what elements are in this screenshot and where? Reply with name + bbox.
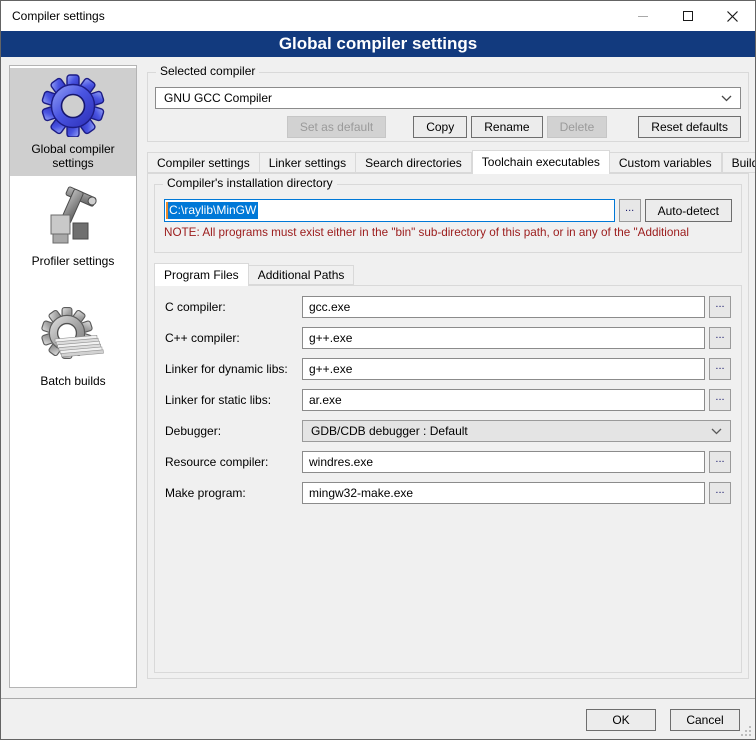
chevron-down-icon: [721, 95, 732, 102]
rename-button[interactable]: Rename: [471, 116, 542, 138]
browse-directory-button[interactable]: ...: [619, 199, 641, 222]
close-icon: [727, 11, 738, 22]
field-label: C++ compiler:: [165, 331, 302, 345]
sidebar-item-profiler-settings[interactable]: Profiler settings: [10, 180, 136, 274]
compiler-button-row: Set as default Copy Rename Delete Reset …: [155, 116, 741, 138]
form-row-resource-compiler: Resource compiler: ...: [165, 451, 731, 473]
field-label: Debugger:: [165, 424, 302, 438]
sidebar-item-global-compiler-settings[interactable]: Global compiler settings: [10, 68, 136, 176]
form-row-cpp-compiler: C++ compiler: ...: [165, 327, 731, 349]
cpp-compiler-input[interactable]: [302, 327, 705, 349]
browse-make-program-button[interactable]: ...: [709, 482, 731, 504]
bin-subdirectory-note: NOTE: All programs must exist either in …: [164, 226, 739, 239]
form-row-debugger: Debugger: GDB/CDB debugger : Default: [165, 420, 731, 442]
tab-linker-settings[interactable]: Linker settings: [260, 152, 356, 173]
field-label: Linker for dynamic libs:: [165, 362, 302, 376]
field-label: Resource compiler:: [165, 455, 302, 469]
sidebar-item-batch-builds[interactable]: Batch builds: [10, 300, 136, 394]
tab-search-directories[interactable]: Search directories: [356, 152, 472, 173]
compiler-settings-dialog: Compiler settings Global compiler settin…: [0, 0, 756, 740]
ok-button[interactable]: OK: [586, 709, 656, 731]
resize-grip-icon[interactable]: [749, 734, 751, 736]
chevron-down-icon: [711, 428, 722, 435]
maximize-button[interactable]: [665, 1, 710, 31]
program-files-page: C compiler: ... C++ compiler: ... Linker…: [154, 285, 742, 673]
browse-static-linker-button[interactable]: ...: [709, 389, 731, 411]
installation-directory-input[interactable]: C:\raylib\MinGW: [164, 199, 615, 222]
debugger-dropdown[interactable]: GDB/CDB debugger : Default: [302, 420, 731, 442]
browse-cpp-compiler-button[interactable]: ...: [709, 327, 731, 349]
window-title: Compiler settings: [1, 9, 620, 23]
footer-divider: [1, 698, 755, 699]
c-compiler-input[interactable]: [302, 296, 705, 318]
selected-compiler-dropdown[interactable]: GNU GCC Compiler: [155, 87, 741, 109]
selected-compiler-group-label: Selected compiler: [156, 64, 259, 78]
form-row-static-linker: Linker for static libs: ...: [165, 389, 731, 411]
debugger-value: GDB/CDB debugger : Default: [311, 424, 711, 438]
close-button[interactable]: [710, 1, 755, 31]
form-row-c-compiler: C compiler: ...: [165, 296, 731, 318]
subtab-program-files[interactable]: Program Files: [154, 263, 249, 286]
sidebar-item-label: Global compiler settings: [12, 142, 134, 170]
field-label: C compiler:: [165, 300, 302, 314]
minimize-button[interactable]: [620, 1, 665, 31]
toolchain-executables-page: Compiler's installation directory C:\ray…: [147, 173, 749, 679]
field-label: Linker for static libs:: [165, 393, 302, 407]
tab-clip-region: Build options: [722, 149, 756, 173]
tab-custom-variables[interactable]: Custom variables: [610, 152, 722, 173]
minimize-icon: [638, 16, 648, 17]
form-row-dynamic-linker: Linker for dynamic libs: ...: [165, 358, 731, 380]
tab-build-options[interactable]: Build options: [722, 152, 756, 173]
reset-defaults-button[interactable]: Reset defaults: [638, 116, 741, 138]
maximize-icon: [683, 11, 693, 21]
static-linker-input[interactable]: [302, 389, 705, 411]
browse-c-compiler-button[interactable]: ...: [709, 296, 731, 318]
sidebar-item-label: Batch builds: [12, 374, 134, 388]
form-row-make-program: Make program: ...: [165, 482, 731, 504]
selected-compiler-group: Selected compiler GNU GCC Compiler Set a…: [147, 72, 749, 142]
dialog-body: Global compiler settings: [1, 57, 755, 739]
copy-button[interactable]: Copy: [413, 116, 467, 138]
selected-compiler-value: GNU GCC Compiler: [164, 91, 721, 105]
subtab-additional-paths[interactable]: Additional Paths: [249, 265, 355, 285]
tab-toolchain-executables[interactable]: Toolchain executables: [472, 150, 610, 174]
gray-gear-sheets-icon: [41, 305, 105, 369]
sidebar: Global compiler settings: [9, 65, 137, 688]
tab-compiler-settings[interactable]: Compiler settings: [147, 152, 260, 173]
caliper-blocks-icon: [41, 185, 105, 249]
cancel-button[interactable]: Cancel: [670, 709, 740, 731]
blue-gear-icon: [41, 73, 105, 137]
installation-directory-group: Compiler's installation directory C:\ray…: [154, 184, 742, 253]
installation-directory-row: C:\raylib\MinGW ... Auto-detect: [164, 199, 732, 222]
field-label: Make program:: [165, 486, 302, 500]
main-panel: Selected compiler GNU GCC Compiler Set a…: [147, 65, 749, 679]
auto-detect-button[interactable]: Auto-detect: [645, 199, 732, 222]
selected-path-text: C:\raylib\MinGW: [168, 202, 258, 219]
dynamic-linker-input[interactable]: [302, 358, 705, 380]
page-title: Global compiler settings: [1, 31, 755, 57]
sub-tab-strip: Program Files Additional Paths: [154, 262, 742, 285]
browse-dynamic-linker-button[interactable]: ...: [709, 358, 731, 380]
tab-strip: Compiler settings Linker settings Search…: [147, 149, 749, 173]
set-as-default-button[interactable]: Set as default: [287, 116, 386, 138]
make-program-input[interactable]: [302, 482, 705, 504]
sidebar-item-label: Profiler settings: [12, 254, 134, 268]
browse-resource-compiler-button[interactable]: ...: [709, 451, 731, 473]
title-bar: Compiler settings: [1, 1, 755, 31]
resource-compiler-input[interactable]: [302, 451, 705, 473]
installation-directory-group-label: Compiler's installation directory: [163, 176, 337, 190]
delete-button[interactable]: Delete: [547, 116, 608, 138]
